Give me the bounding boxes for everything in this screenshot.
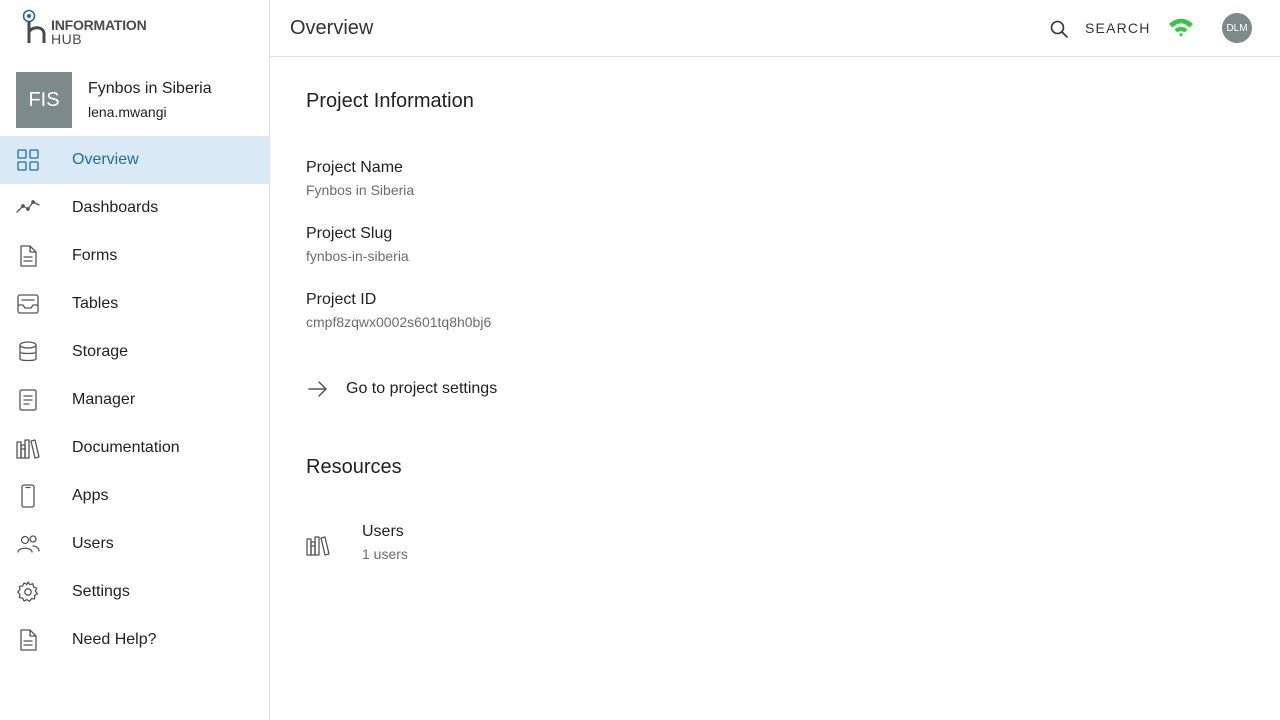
database-icon (16, 340, 40, 364)
information-hub-logo[interactable]: INFORMATION HUB (20, 8, 160, 48)
project-card-name: Fynbos in Siberia (88, 80, 212, 97)
logo-mark-icon (22, 9, 46, 43)
search-icon[interactable] (1049, 19, 1069, 39)
user-avatar[interactable]: DLM (1222, 13, 1252, 43)
sidebar: INFORMATION HUB FIS Fynbos in Siberia le… (0, 0, 270, 720)
project-id-value: cmpf8zqwx0002s601tq8h0bj6 (306, 314, 492, 330)
gear-icon (16, 580, 40, 604)
sidebar-item-label: Storage (72, 343, 129, 360)
project-slug-value: fynbos-in-siberia (306, 248, 409, 264)
project-avatar: FIS (16, 72, 72, 128)
document-icon (16, 244, 40, 268)
sidebar-item-label: Dashboards (72, 199, 159, 216)
sidebar-item-documentation[interactable]: Documentation (0, 424, 269, 472)
phone-icon (16, 484, 40, 508)
sidebar-item-label: Overview (72, 151, 139, 168)
sidebar-item-label: Tables (72, 295, 119, 312)
sidebar-item-label: Settings (72, 583, 130, 600)
trend-line-icon (16, 196, 40, 220)
sidebar-item-label: Need Help? (72, 631, 157, 648)
settings-link-label: Go to project settings (346, 380, 498, 397)
sidebar-item-forms[interactable]: Forms (0, 232, 269, 280)
help-document-icon (16, 628, 40, 652)
project-name-label: Project Name (306, 159, 403, 176)
sidebar-item-label: Users (72, 535, 114, 552)
logo-text-hub: HUB (51, 31, 83, 47)
sidebar-item-need-help[interactable]: Need Help? (0, 616, 269, 664)
resource-title: Users (362, 523, 404, 540)
sidebar-nav: Overview Dashboards Forms Tables Storage (0, 136, 269, 664)
books-icon (16, 436, 40, 460)
sidebar-item-overview[interactable]: Overview (0, 136, 269, 184)
sidebar-item-storage[interactable]: Storage (0, 328, 269, 376)
sidebar-item-label: Forms (72, 247, 118, 264)
wifi-connected-icon (1168, 17, 1194, 39)
sidebar-item-users[interactable]: Users (0, 520, 269, 568)
books-icon (306, 533, 330, 557)
project-name-value: Fynbos in Siberia (306, 182, 415, 198)
sidebar-item-label: Apps (72, 487, 109, 504)
clipboard-icon (16, 388, 40, 412)
sidebar-item-apps[interactable]: Apps (0, 472, 269, 520)
sidebar-item-dashboards[interactable]: Dashboards (0, 184, 269, 232)
project-card-user: lena.mwangi (88, 104, 167, 120)
arrow-right-icon (306, 377, 330, 401)
sidebar-item-manager[interactable]: Manager (0, 376, 269, 424)
resource-subtitle: 1 users (362, 546, 408, 562)
go-to-project-settings-link[interactable]: Go to project settings (306, 377, 546, 401)
grid-icon (16, 148, 40, 172)
project-information-heading: Project Information (306, 90, 474, 112)
resource-users[interactable]: Users 1 users (306, 523, 506, 567)
sidebar-item-label: Documentation (72, 439, 180, 456)
users-icon (16, 532, 40, 556)
main-content: Project Information Project Name Fynbos … (270, 57, 1280, 720)
top-bar: Overview SEARCH DLM (270, 0, 1280, 57)
search-button[interactable]: SEARCH (1085, 20, 1151, 36)
sidebar-item-tables[interactable]: Tables (0, 280, 269, 328)
inbox-tray-icon (16, 292, 40, 316)
project-id-label: Project ID (306, 291, 377, 308)
page-title: Overview (290, 17, 374, 39)
sidebar-item-settings[interactable]: Settings (0, 568, 269, 616)
project-slug-label: Project Slug (306, 225, 393, 242)
project-card[interactable]: FIS Fynbos in Siberia lena.mwangi (16, 72, 256, 128)
sidebar-item-label: Manager (72, 391, 136, 408)
resources-heading: Resources (306, 456, 402, 478)
